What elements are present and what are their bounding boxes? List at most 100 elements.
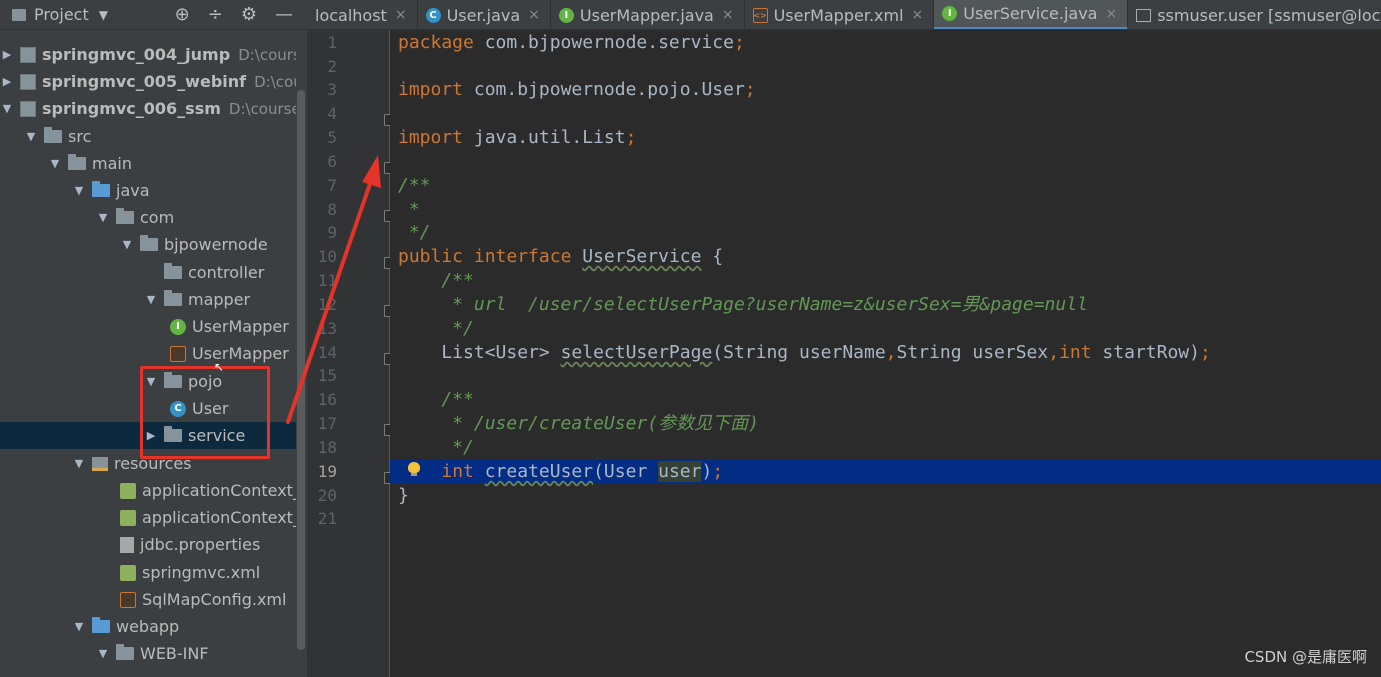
tree-item-module[interactable]: ▶ springmvc_005_webinf D:\course\1 [0,68,296,95]
chevron-down-icon[interactable]: ▼ [99,8,108,22]
project-panel-title[interactable]: Project [34,5,89,24]
tree-path: D:\course\18. [228,99,296,118]
properties-file-icon [120,536,134,553]
tree-item-module[interactable]: ▶ springmvc_004_jump D:\course\18 [0,41,296,68]
code-line-7: /** [398,175,431,196]
lightbulb-icon[interactable] [408,462,420,476]
tree-scrollbar[interactable] [296,30,307,677]
line-number: 21 [317,509,337,528]
tree-item-usermapper-xml[interactable]: UserMapper [0,340,296,367]
tree-item-mapper[interactable]: ▼ mapper [0,286,296,313]
close-icon[interactable]: × [1105,6,1117,22]
code-line-17: * /user/createUser(参数见下面) [398,413,759,434]
tree-label: mapper [188,290,251,309]
tab-usermapper-java[interactable]: I UserMapper.java × [551,0,745,29]
chevron-right-icon[interactable]: ▶ [0,48,14,61]
xml-file-icon [120,591,136,608]
tab-label: ssmuser.user [ssmuser@localhost] [1157,5,1381,25]
tree-item-com[interactable]: ▼ com [0,204,296,231]
chevron-down-icon[interactable]: ▼ [48,157,62,170]
line-number: 18 [317,438,337,457]
line-number: 3 [327,80,337,99]
code-editor[interactable]: package com.bjpowernode.service; import … [390,30,1381,677]
close-icon[interactable]: × [912,7,924,23]
code-line-19: int createUser(User user); [441,461,724,482]
tree-item-main[interactable]: ▼ main [0,150,296,177]
module-icon [20,73,36,90]
tab-localhost[interactable]: localhost × [307,0,418,29]
tree-label: jdbc.properties [140,535,261,554]
tree-item-web-inf[interactable]: ▼ WEB-INF [0,640,296,667]
code-line-10: public interface UserService { [398,246,724,267]
chevron-down-icon[interactable]: ▼ [72,184,86,197]
chevron-down-icon[interactable]: ▼ [144,293,158,306]
chevron-down-icon[interactable]: ▼ [72,620,86,633]
tab-ssmuser-table[interactable]: ssmuser.user [ssmuser@localhost] [1128,0,1381,29]
tree-item-usermapper-java[interactable]: I UserMapper [0,313,296,340]
scrollbar-thumb[interactable] [297,90,305,650]
tree-label: applicationContext_m [142,481,296,500]
line-number: 11 [317,271,337,290]
tree-item-java[interactable]: ▼ java [0,177,296,204]
module-icon [20,100,36,117]
code-line-8: * [398,199,420,220]
interface-icon: I [170,318,186,335]
line-number: 14 [317,343,337,362]
tab-user-java[interactable]: C User.java × [418,0,551,29]
tree-label: springmvc_005_webinf [42,72,247,91]
code-line-5: import java.util.List; [398,127,637,148]
tree-item-controller[interactable]: controller [0,259,296,286]
line-number: 6 [327,152,337,171]
chevron-down-icon[interactable]: ▼ [120,238,134,251]
line-number: 2 [327,57,337,76]
tree-label: bjpowernode [164,235,268,254]
tab-userservice-java[interactable]: I UserService.java × [934,0,1129,29]
collapse-icon[interactable]: ÷ [208,4,223,25]
chevron-down-icon[interactable]: ▼ [72,457,86,470]
tree-item-appctx-mapper[interactable]: applicationContext_m [0,477,296,504]
module-icon [20,46,36,63]
chevron-down-icon[interactable]: ▼ [96,647,110,660]
line-number: 1 [327,33,337,52]
code-line-16: /** [398,389,474,410]
spring-config-icon [120,564,136,581]
tree-label: main [92,154,132,173]
close-icon[interactable]: × [395,7,407,23]
tab-label: UserService.java [963,4,1098,23]
locate-icon[interactable]: ⊕ [175,4,190,25]
tree-item-src[interactable]: ▼ src [0,123,296,150]
tab-label: UserMapper.java [579,5,714,25]
tree-item-jdbc-properties[interactable]: jdbc.properties [0,531,296,558]
gear-icon[interactable]: ⚙ [241,4,257,25]
code-line-9: */ [398,222,431,243]
tab-usermapper-xml[interactable]: <> UserMapper.xml × [745,0,935,29]
tree-item-webapp[interactable]: ▼ webapp [0,613,296,640]
package-icon [116,208,134,224]
class-icon: C [425,7,441,23]
tab-label: User.java [446,5,521,25]
tree-item-springmvc-xml[interactable]: springmvc.xml [0,559,296,586]
tree-label: SqlMapConfig.xml [142,590,287,609]
line-number: 15 [317,366,337,385]
folder-icon [68,154,86,170]
close-icon[interactable]: × [528,7,540,23]
tree-item-bjpowernode[interactable]: ▼ bjpowernode [0,231,296,258]
tree-item-sqlmapconfig[interactable]: SqlMapConfig.xml [0,586,296,613]
hide-icon[interactable]: — [275,4,293,25]
package-icon [164,263,182,279]
line-number: 9 [327,223,337,242]
code-line-13: */ [398,318,474,339]
folder-icon [116,644,134,660]
chevron-right-icon[interactable]: ▶ [0,75,14,88]
tree-label: UserMapper [192,317,289,336]
line-number: 5 [327,128,337,147]
tree-item-module[interactable]: ▼ springmvc_006_ssm D:\course\18. [0,95,296,122]
tree-item-appctx-service[interactable]: applicationContext_se [0,504,296,531]
tree-path: D:\course\18 [238,45,296,64]
chevron-down-icon[interactable]: ▼ [0,102,14,115]
close-icon[interactable]: × [722,7,734,23]
tree-label: src [68,127,92,146]
code-line-12: * url /user/selectUserPage?userName=z&us… [398,294,1088,315]
chevron-down-icon[interactable]: ▼ [96,211,110,224]
chevron-down-icon[interactable]: ▼ [24,130,38,143]
